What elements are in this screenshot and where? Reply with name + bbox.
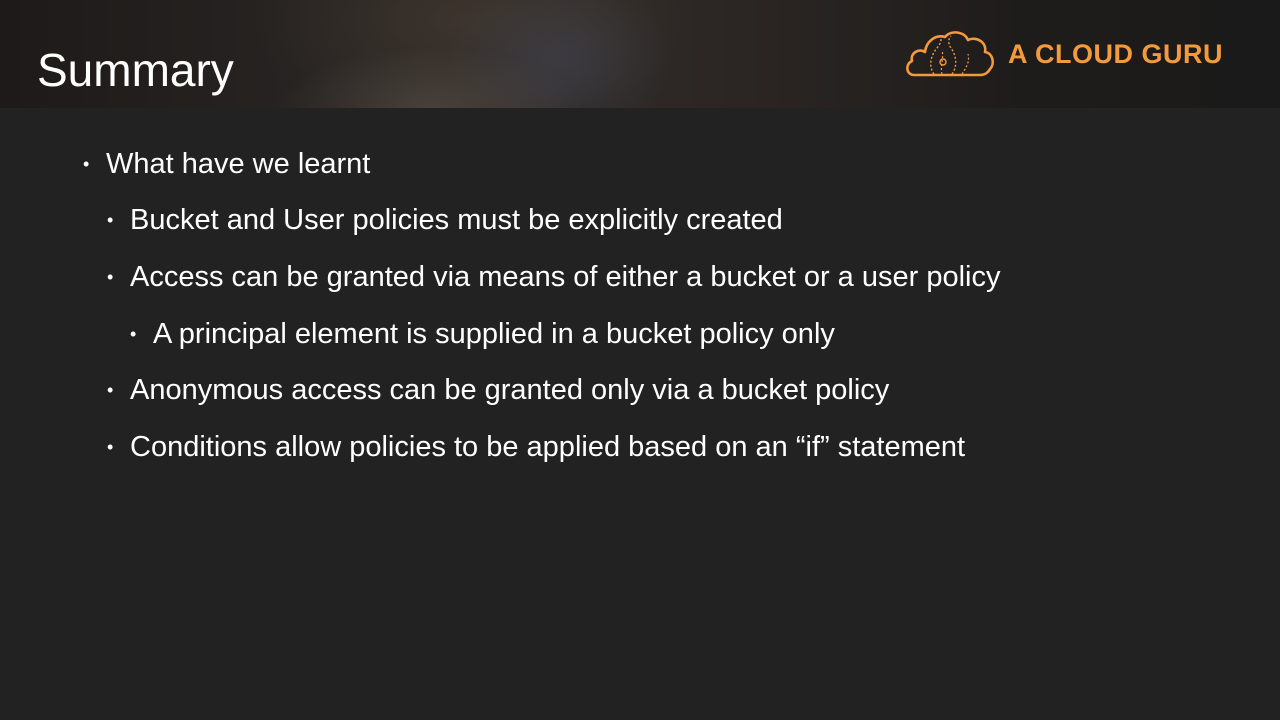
bullet-text: What have we learnt [106, 148, 371, 180]
header-banner: Summary A CLOUD GURU [0, 0, 1280, 108]
bullet-item: • A principal element is supplied in a b… [130, 306, 835, 362]
bullet-item: • Conditions allow policies to be applie… [107, 419, 965, 475]
cloud-logo-icon [906, 31, 995, 77]
bullet-dot: • [107, 210, 114, 230]
bullet-text: Bucket and User policies must be explici… [130, 204, 783, 236]
bullet-text: Anonymous access can be granted only via… [130, 374, 890, 406]
bullet-item: • Bucket and User policies must be expli… [107, 192, 783, 248]
bullet-dot: • [107, 437, 114, 457]
bullet-item: • Anonymous access can be granted only v… [107, 362, 889, 418]
bullet-dot: • [107, 380, 114, 400]
slide: Summary A CLOUD GURU • What have we lear… [0, 0, 1280, 720]
bullet-item: • Access can be granted via means of eit… [107, 249, 1000, 305]
bullet-text: Conditions allow policies to be applied … [130, 431, 966, 463]
bullet-text: A principal element is supplied in a buc… [153, 318, 835, 350]
brand-logo: A CLOUD GURU [904, 28, 1223, 80]
logo-text: A CLOUD GURU [1008, 39, 1223, 69]
bullet-dot: • [107, 267, 114, 287]
bullet-item: • What have we learnt [83, 136, 370, 192]
bullet-dot: • [83, 154, 90, 174]
bullet-text: Access can be granted via means of eithe… [130, 261, 1001, 293]
slide-title: Summary [37, 44, 234, 96]
bullet-dot: • [130, 324, 137, 344]
